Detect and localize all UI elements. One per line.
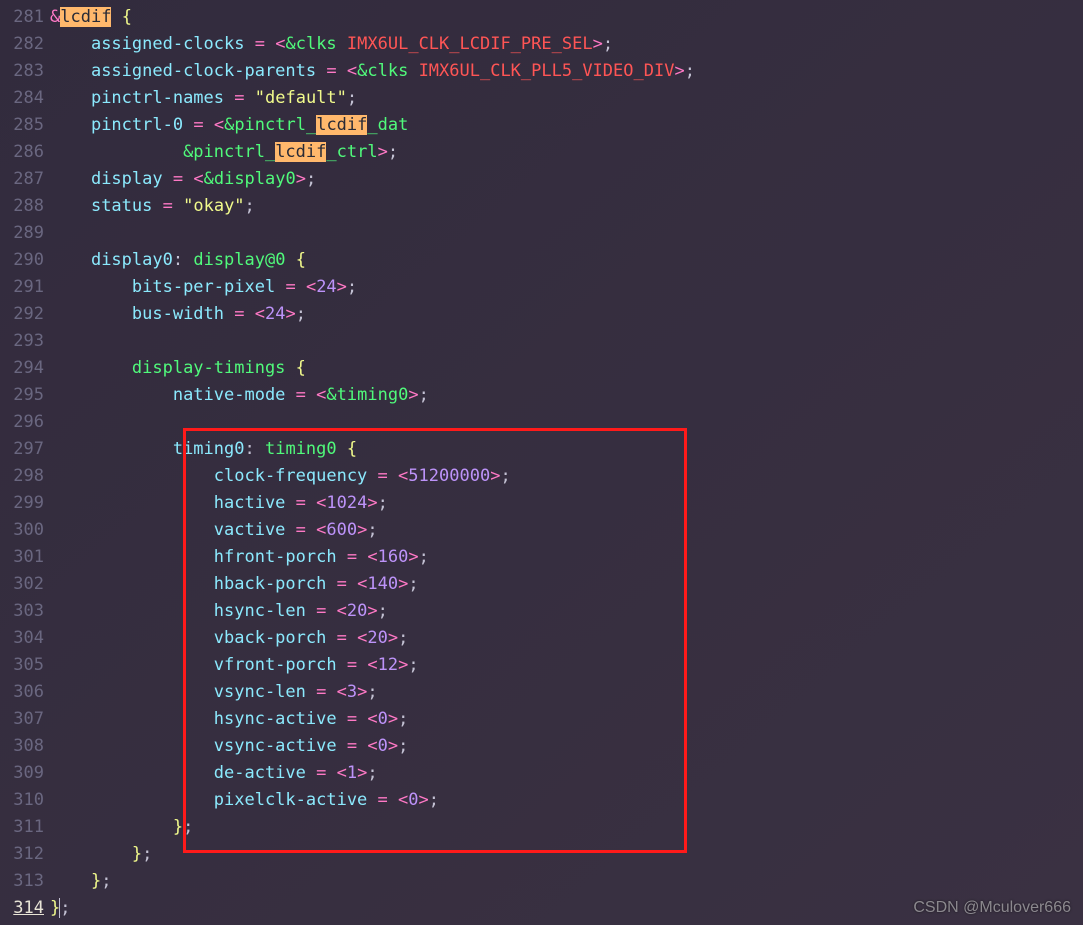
line-number: 293 (0, 328, 44, 355)
line-number: 291 (0, 274, 44, 301)
line-number: 305 (0, 652, 44, 679)
code-line[interactable]: timing0: timing0 { (50, 436, 1083, 463)
line-number: 302 (0, 571, 44, 598)
line-number: 303 (0, 598, 44, 625)
line-number: 310 (0, 787, 44, 814)
line-number: 314 (0, 895, 44, 922)
code-line[interactable]: assigned-clocks = <&clks IMX6UL_CLK_LCDI… (50, 31, 1083, 58)
code-line[interactable]: hactive = <1024>; (50, 490, 1083, 517)
line-number: 288 (0, 193, 44, 220)
line-number: 300 (0, 517, 44, 544)
code-editor[interactable]: 2812822832842852862872882892902912922932… (0, 0, 1083, 922)
code-line[interactable]: pixelclk-active = <0>; (50, 787, 1083, 814)
line-number: 289 (0, 220, 44, 247)
line-number-gutter: 2812822832842852862872882892902912922932… (0, 4, 50, 922)
line-number: 287 (0, 166, 44, 193)
line-number: 285 (0, 112, 44, 139)
code-line[interactable]: vback-porch = <20>; (50, 625, 1083, 652)
code-line[interactable]: de-active = <1>; (50, 760, 1083, 787)
code-line[interactable]: vactive = <600>; (50, 517, 1083, 544)
code-line[interactable]: clock-frequency = <51200000>; (50, 463, 1083, 490)
line-number: 308 (0, 733, 44, 760)
code-line[interactable]: vsync-len = <3>; (50, 679, 1083, 706)
line-number: 301 (0, 544, 44, 571)
line-number: 311 (0, 814, 44, 841)
line-number: 281 (0, 4, 44, 31)
line-number: 312 (0, 841, 44, 868)
code-line[interactable]: assigned-clock-parents = <&clks IMX6UL_C… (50, 58, 1083, 85)
code-line[interactable]: hback-porch = <140>; (50, 571, 1083, 598)
code-line[interactable]: &pinctrl_lcdif_ctrl>; (50, 139, 1083, 166)
code-line[interactable]: display0: display@0 { (50, 247, 1083, 274)
code-line[interactable]: pinctrl-0 = <&pinctrl_lcdif_dat (50, 112, 1083, 139)
line-number: 284 (0, 85, 44, 112)
line-number: 283 (0, 58, 44, 85)
code-area[interactable]: &lcdif { assigned-clocks = <&clks IMX6UL… (50, 4, 1083, 922)
code-line[interactable]: bus-width = <24>; (50, 301, 1083, 328)
code-line[interactable]: display = <&display0>; (50, 166, 1083, 193)
code-line[interactable]: &lcdif { (50, 4, 1083, 31)
watermark-text: CSDN @Mculover666 (913, 894, 1071, 921)
line-number: 307 (0, 706, 44, 733)
line-number: 295 (0, 382, 44, 409)
line-number: 304 (0, 625, 44, 652)
line-number: 296 (0, 409, 44, 436)
line-number: 297 (0, 436, 44, 463)
code-line[interactable]: hsync-len = <20>; (50, 598, 1083, 625)
code-line[interactable]: bits-per-pixel = <24>; (50, 274, 1083, 301)
line-number: 292 (0, 301, 44, 328)
line-number: 294 (0, 355, 44, 382)
line-number: 299 (0, 490, 44, 517)
code-line[interactable] (50, 328, 1083, 355)
line-number: 290 (0, 247, 44, 274)
line-number: 298 (0, 463, 44, 490)
code-line[interactable] (50, 409, 1083, 436)
code-line[interactable] (50, 220, 1083, 247)
code-line[interactable]: hfront-porch = <160>; (50, 544, 1083, 571)
code-line[interactable]: }; (50, 868, 1083, 895)
code-line[interactable]: }; (50, 814, 1083, 841)
code-line[interactable]: }; (50, 841, 1083, 868)
code-line[interactable]: vfront-porch = <12>; (50, 652, 1083, 679)
code-line[interactable]: pinctrl-names = "default"; (50, 85, 1083, 112)
line-number: 282 (0, 31, 44, 58)
code-line[interactable]: status = "okay"; (50, 193, 1083, 220)
line-number: 286 (0, 139, 44, 166)
code-line[interactable]: hsync-active = <0>; (50, 706, 1083, 733)
code-line[interactable]: vsync-active = <0>; (50, 733, 1083, 760)
line-number: 313 (0, 868, 44, 895)
code-line[interactable]: native-mode = <&timing0>; (50, 382, 1083, 409)
line-number: 306 (0, 679, 44, 706)
code-line[interactable]: display-timings { (50, 355, 1083, 382)
line-number: 309 (0, 760, 44, 787)
